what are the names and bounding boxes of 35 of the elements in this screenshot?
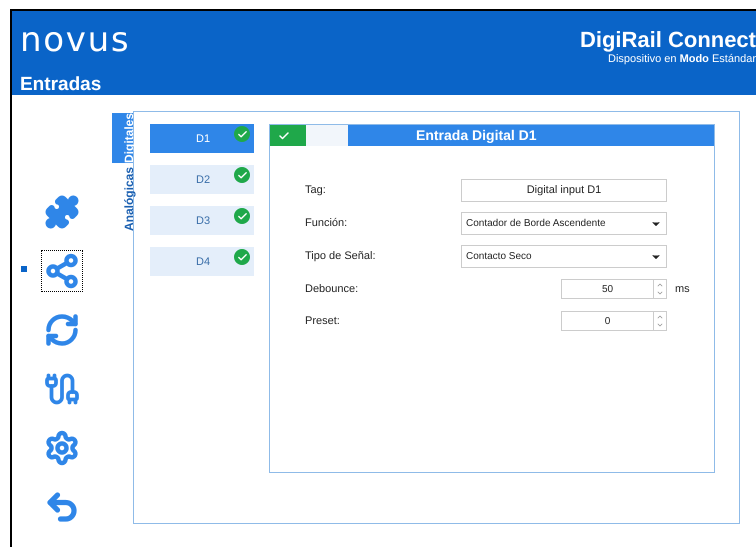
channel-item[interactable]: D4: [150, 247, 254, 276]
dropdown[interactable]: Contacto Seco: [461, 245, 667, 268]
nodes-icon: [44, 253, 80, 289]
check-icon: [278, 130, 290, 142]
mode-subtitle: Dispositivo en Modo Estándar: [608, 52, 756, 67]
form-title: Entrada Digital D1: [416, 126, 537, 145]
check-icon: [234, 167, 250, 183]
field-label: Función:: [305, 216, 348, 232]
channel-item[interactable]: D3: [150, 206, 254, 235]
app-title: DigiRail Connect: [580, 29, 756, 51]
logo: novus: [20, 23, 130, 57]
tab[interactable]: Digitales: [112, 113, 133, 164]
field-label: Preset:: [305, 314, 341, 329]
unit-label: ms: [675, 282, 690, 297]
tag-field[interactable]: Digital input D1: [461, 179, 667, 202]
number-field[interactable]: 50: [561, 279, 667, 299]
nav-button[interactable]: [41, 250, 83, 292]
enable-toggle[interactable]: [270, 125, 348, 146]
check-icon: [234, 249, 250, 265]
tab[interactable]: Analógicas: [112, 167, 133, 232]
selection-marker: [21, 266, 27, 272]
puzzle-icon: [44, 194, 80, 230]
check-icon: [234, 126, 250, 142]
cable-icon: [44, 371, 80, 407]
check-icon: [234, 208, 250, 224]
field-label: Tipo de Señal:: [305, 249, 377, 264]
dropdown[interactable]: Contador de Borde Ascendente: [461, 212, 667, 235]
channel-item[interactable]: D1: [150, 124, 254, 153]
gear-icon: [44, 430, 80, 466]
cycle-icon: [44, 312, 80, 348]
field-label: Debounce:: [305, 282, 360, 297]
number-field[interactable]: 0: [561, 311, 667, 331]
page-title: Entradas: [20, 73, 102, 97]
field-label: Tag:: [305, 183, 327, 198]
channel-item[interactable]: D2: [150, 165, 254, 194]
